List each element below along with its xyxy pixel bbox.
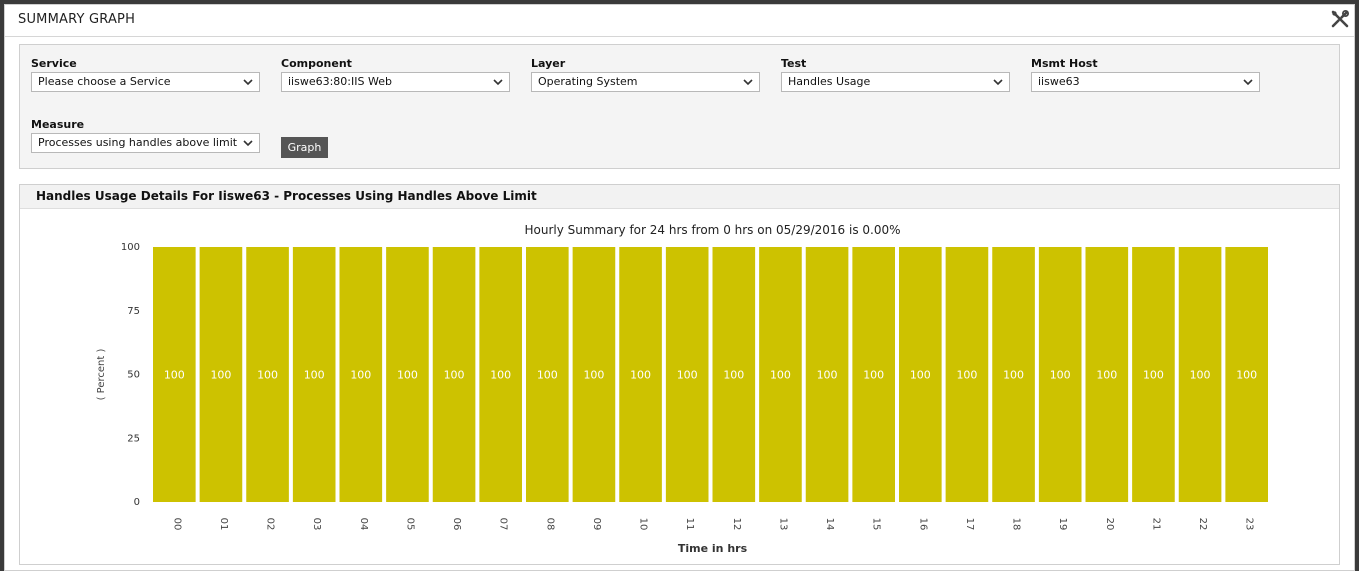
x-axis-label: Time in hrs bbox=[678, 542, 748, 555]
y-tick-label: 75 bbox=[127, 306, 140, 317]
bar-data-label: 100 bbox=[1003, 369, 1024, 382]
bar-data-label: 100 bbox=[397, 369, 418, 382]
chevron-down-icon bbox=[243, 140, 253, 147]
component-field: Component iiswe63:80:IIS Web bbox=[281, 55, 510, 92]
host-select[interactable]: iiswe63 bbox=[1031, 72, 1260, 92]
layer-select[interactable]: Operating System bbox=[531, 72, 760, 92]
x-tick-label: 05 bbox=[404, 518, 415, 531]
graph-panel: Handles Usage Details For Iiswe63 - Proc… bbox=[19, 184, 1340, 565]
y-axis-label: ( Percent ) bbox=[96, 349, 107, 401]
service-select-value: Please choose a Service bbox=[38, 75, 171, 88]
bar-data-label: 100 bbox=[817, 369, 838, 382]
x-tick-label: 07 bbox=[498, 518, 509, 531]
x-tick-label: 16 bbox=[917, 518, 928, 531]
bar-data-label: 100 bbox=[910, 369, 931, 382]
chevron-down-icon bbox=[243, 79, 253, 86]
x-tick-label: 12 bbox=[731, 518, 742, 531]
x-tick-label: 10 bbox=[638, 518, 649, 531]
x-tick-label: 08 bbox=[544, 518, 555, 531]
summary-graph-window: SUMMARY GRAPH Service Please choose a Se… bbox=[4, 4, 1355, 571]
tools-icon[interactable] bbox=[1330, 9, 1350, 29]
measure-select[interactable]: Processes using handles above limit bbox=[31, 133, 260, 153]
x-tick-label: 21 bbox=[1150, 518, 1161, 531]
bar-data-label: 100 bbox=[304, 369, 325, 382]
x-tick-label: 20 bbox=[1104, 518, 1115, 531]
chevron-down-icon bbox=[743, 79, 753, 86]
chevron-down-icon bbox=[1243, 79, 1253, 86]
host-select-value: iiswe63 bbox=[1038, 75, 1080, 88]
bar-data-label: 100 bbox=[164, 369, 185, 382]
measure-field: Measure Processes using handles above li… bbox=[31, 116, 260, 153]
filter-panel: Service Please choose a Service Componen… bbox=[19, 44, 1340, 169]
chart-title: Hourly Summary for 24 hrs from 0 hrs on … bbox=[524, 223, 900, 237]
x-tick-label: 04 bbox=[358, 518, 369, 531]
x-tick-label: 15 bbox=[871, 518, 882, 531]
bar-data-label: 100 bbox=[257, 369, 278, 382]
bar-data-label: 100 bbox=[444, 369, 465, 382]
graph-button[interactable]: Graph bbox=[281, 137, 328, 158]
y-tick-label: 25 bbox=[127, 433, 140, 444]
bar-data-label: 100 bbox=[630, 369, 651, 382]
service-field: Service Please choose a Service bbox=[31, 55, 260, 92]
x-tick-label: 00 bbox=[171, 518, 182, 531]
host-field: Msmt Host iiswe63 bbox=[1031, 55, 1260, 92]
bar-data-label: 100 bbox=[350, 369, 371, 382]
bar-data-label: 100 bbox=[1236, 369, 1257, 382]
component-label: Component bbox=[281, 57, 352, 70]
chevron-down-icon bbox=[493, 79, 503, 86]
y-tick-label: 50 bbox=[127, 370, 140, 381]
measure-select-value: Processes using handles above limit bbox=[38, 136, 238, 149]
x-tick-label: 19 bbox=[1057, 518, 1068, 531]
bar-data-label: 100 bbox=[1096, 369, 1117, 382]
bar-data-label: 100 bbox=[723, 369, 744, 382]
bar-data-label: 100 bbox=[863, 369, 884, 382]
x-tick-label: 22 bbox=[1197, 518, 1208, 531]
y-tick-label: 0 bbox=[134, 497, 140, 508]
bar-data-label: 100 bbox=[956, 369, 977, 382]
bar-data-label: 100 bbox=[1143, 369, 1164, 382]
bar-data-label: 100 bbox=[770, 369, 791, 382]
y-tick-label: 100 bbox=[121, 242, 140, 253]
test-field: Test Handles Usage bbox=[781, 55, 1010, 92]
x-tick-label: 17 bbox=[964, 518, 975, 531]
layer-field: Layer Operating System bbox=[531, 55, 760, 92]
graph-panel-header: Handles Usage Details For Iiswe63 - Proc… bbox=[20, 185, 1339, 209]
title-bar: SUMMARY GRAPH bbox=[5, 5, 1354, 37]
x-tick-label: 06 bbox=[451, 518, 462, 531]
bar-data-label: 100 bbox=[490, 369, 511, 382]
layer-select-value: Operating System bbox=[538, 75, 638, 88]
bar-data-label: 100 bbox=[537, 369, 558, 382]
test-select-value: Handles Usage bbox=[788, 75, 871, 88]
bar-data-label: 100 bbox=[210, 369, 231, 382]
x-tick-label: 14 bbox=[824, 518, 835, 531]
x-tick-label: 09 bbox=[591, 518, 602, 531]
bar-data-label: 100 bbox=[583, 369, 604, 382]
window-title: SUMMARY GRAPH bbox=[18, 12, 136, 27]
test-label: Test bbox=[781, 57, 807, 70]
component-select-value: iiswe63:80:IIS Web bbox=[288, 75, 392, 88]
bar-data-label: 100 bbox=[677, 369, 698, 382]
x-tick-label: 18 bbox=[1011, 518, 1022, 531]
measure-label: Measure bbox=[31, 118, 85, 131]
chevron-down-icon bbox=[993, 79, 1003, 86]
x-tick-label: 23 bbox=[1244, 518, 1255, 531]
service-label: Service bbox=[31, 57, 77, 70]
x-tick-label: 13 bbox=[777, 518, 788, 531]
graph-panel-title: Handles Usage Details For Iiswe63 - Proc… bbox=[36, 189, 537, 203]
bar-chart: Hourly Summary for 24 hrs from 0 hrs on … bbox=[96, 223, 1268, 555]
service-select[interactable]: Please choose a Service bbox=[31, 72, 260, 92]
test-select[interactable]: Handles Usage bbox=[781, 72, 1010, 92]
host-label: Msmt Host bbox=[1031, 57, 1098, 70]
bar-data-label: 100 bbox=[1050, 369, 1071, 382]
x-tick-label: 11 bbox=[684, 518, 695, 531]
layer-label: Layer bbox=[531, 57, 566, 70]
x-tick-label: 01 bbox=[218, 518, 229, 531]
x-tick-label: 02 bbox=[265, 518, 276, 531]
x-tick-label: 03 bbox=[311, 518, 322, 531]
component-select[interactable]: iiswe63:80:IIS Web bbox=[281, 72, 510, 92]
bar-data-label: 100 bbox=[1190, 369, 1211, 382]
